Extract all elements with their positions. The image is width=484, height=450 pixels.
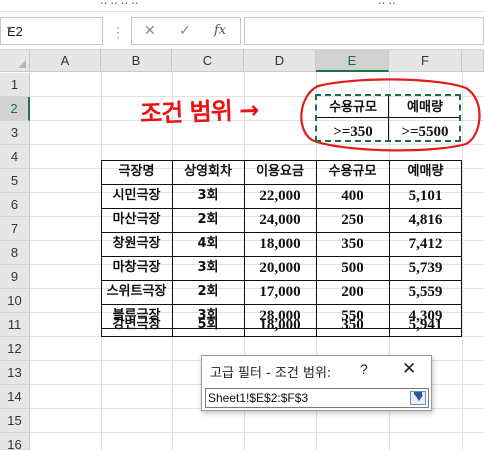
table-header-cell[interactable]: 수용규모 [316,160,389,184]
table-cell[interactable]: 350 [316,313,389,337]
table-cell[interactable]: 4,816 [389,208,462,232]
criteria-value[interactable]: >=5500 [389,120,461,144]
criteria-header[interactable]: 수용규모 [317,96,389,120]
table-cell[interactable]: 시민극장 [101,184,172,208]
table-header-cell[interactable]: 이용요금 [244,160,316,184]
table-cell[interactable]: 24,000 [244,208,316,232]
help-icon[interactable]: ? [360,361,368,377]
table-cell[interactable]: 17,000 [244,280,316,304]
table-cell[interactable]: 22,000 [244,184,316,208]
table-cell[interactable]: 350 [316,232,389,256]
table-cell[interactable]: 5,941 [389,313,462,337]
close-icon[interactable]: ✕ [402,359,416,379]
table-cell[interactable]: 마산극장 [101,208,172,232]
table-cell[interactable]: 5회 [172,313,244,337]
table-cell[interactable]: 20,000 [244,256,316,280]
table-header-cell[interactable]: 예매량 [389,160,462,184]
criteria-header[interactable]: 예매량 [389,96,461,120]
table-cell[interactable]: 500 [316,256,389,280]
advanced-filter-criteria-dialog: 고급 필터 - 조건 범위: ? ✕ Sheet1!$E$2:$F$3 [201,355,432,411]
table-cell[interactable]: 스위트극장 [101,280,172,304]
criteria-value[interactable]: >=350 [317,120,389,144]
table-cell[interactable]: 18,000 [244,313,316,337]
table-cell[interactable]: 18,000 [244,232,316,256]
annotation-text: 조건 범위 → [139,95,259,129]
dialog-title: 고급 필터 - 조건 범위: [210,366,332,381]
expand-dialog-button[interactable] [410,391,426,405]
table-cell[interactable]: 3회 [172,184,244,208]
table-cell[interactable]: 250 [316,208,389,232]
expand-icon [415,395,423,401]
table-cell[interactable]: 2회 [172,280,244,304]
table-cell[interactable]: 5,559 [389,280,462,304]
table-cell[interactable]: 강변극장 [101,313,172,337]
table-cell[interactable]: 3회 [172,256,244,280]
table-cell[interactable]: 5,739 [389,256,462,280]
table-cell[interactable]: 마창극장 [101,256,172,280]
criteria-range-value: Sheet1!$E$2:$F$3 [208,391,309,405]
table-header-cell[interactable]: 상영회차 [172,160,244,184]
table-cell[interactable]: 200 [316,280,389,304]
table-cell[interactable]: 창원극장 [101,232,172,256]
criteria-range-input[interactable]: Sheet1!$E$2:$F$3 [205,388,429,408]
table-header-cell[interactable]: 극장명 [101,160,172,184]
table-cell[interactable]: 2회 [172,208,244,232]
table-cell[interactable]: 400 [316,184,389,208]
table-cell[interactable]: 5,101 [389,184,462,208]
table-cell[interactable]: 7,412 [389,232,462,256]
table-cell[interactable]: 4회 [172,232,244,256]
